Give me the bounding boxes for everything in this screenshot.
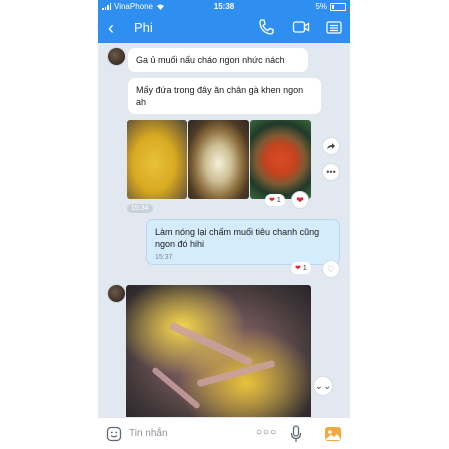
share-icon[interactable] (322, 137, 340, 155)
heart-react-icon[interactable]: ❤ (291, 191, 309, 209)
reaction-badge[interactable]: ❤ 1 (265, 194, 285, 206)
message-text: Làm nóng lại chấm muối tiêu chanh cũng n… (155, 227, 320, 249)
photo-message[interactable] (126, 285, 311, 425)
chat-area[interactable]: Ga ủ muối nấu cháo ngon nhức nách Mấy đứ… (98, 43, 350, 425)
message-input[interactable]: Tin nhắn (129, 428, 168, 439)
microphone-icon[interactable] (290, 425, 302, 443)
battery-icon (330, 2, 346, 11)
photo-thumbnail[interactable] (250, 120, 311, 199)
heart-icon: ❤ (269, 197, 275, 204)
back-chevron-icon[interactable]: ‹ (108, 18, 114, 39)
photo-thumbnail[interactable] (188, 120, 249, 199)
heart-outline-icon[interactable]: ♡ (322, 260, 340, 278)
heart-icon: ❤ (295, 265, 301, 272)
reaction-badge[interactable]: ❤ 1 (291, 262, 311, 274)
phone-screen: VinaPhone 15:38 5% ‹ Phi Ga ủ muối nấu c… (98, 0, 350, 449)
image-icon[interactable] (324, 425, 342, 443)
message-text: Mấy đứa trong đây ăn chân gà khen ngon a… (136, 85, 304, 107)
message-bubble[interactable]: Mấy đứa trong đây ăn chân gà khen ngon a… (128, 78, 321, 114)
clock: 15:38 (213, 2, 235, 11)
message-input-bar: Tin nhắn ○○○ (98, 417, 350, 449)
message-time: 15:34 (127, 204, 153, 213)
message-bubble[interactable]: Ga ủ muối nấu cháo ngon nhức nách (128, 48, 308, 72)
more-options-icon[interactable]: ••• (322, 163, 340, 181)
avatar[interactable] (107, 47, 126, 66)
my-message-bubble[interactable]: Làm nóng lại chấm muối tiêu chanh cũng n… (146, 219, 340, 265)
reaction-count: 1 (302, 264, 307, 272)
battery-percent: 5% (315, 2, 327, 11)
more-icon[interactable]: ○○○ (256, 427, 277, 438)
battery-group: 5% (315, 2, 346, 11)
photo-thumbnail[interactable] (127, 120, 187, 199)
chat-header: ‹ Phi (98, 13, 350, 43)
phone-icon[interactable] (258, 18, 274, 36)
message-text: Ga ủ muối nấu cháo ngon nhức nách (136, 55, 285, 65)
sticker-icon[interactable] (106, 426, 122, 442)
scroll-down-icon[interactable]: ⌄⌄ (313, 376, 333, 396)
contact-name[interactable]: Phi (134, 20, 153, 35)
status-bar: VinaPhone 15:38 5% (98, 0, 350, 13)
avatar[interactable] (107, 284, 126, 303)
reaction-count: 1 (276, 196, 281, 204)
video-icon[interactable] (292, 18, 310, 36)
list-icon[interactable] (326, 18, 342, 36)
